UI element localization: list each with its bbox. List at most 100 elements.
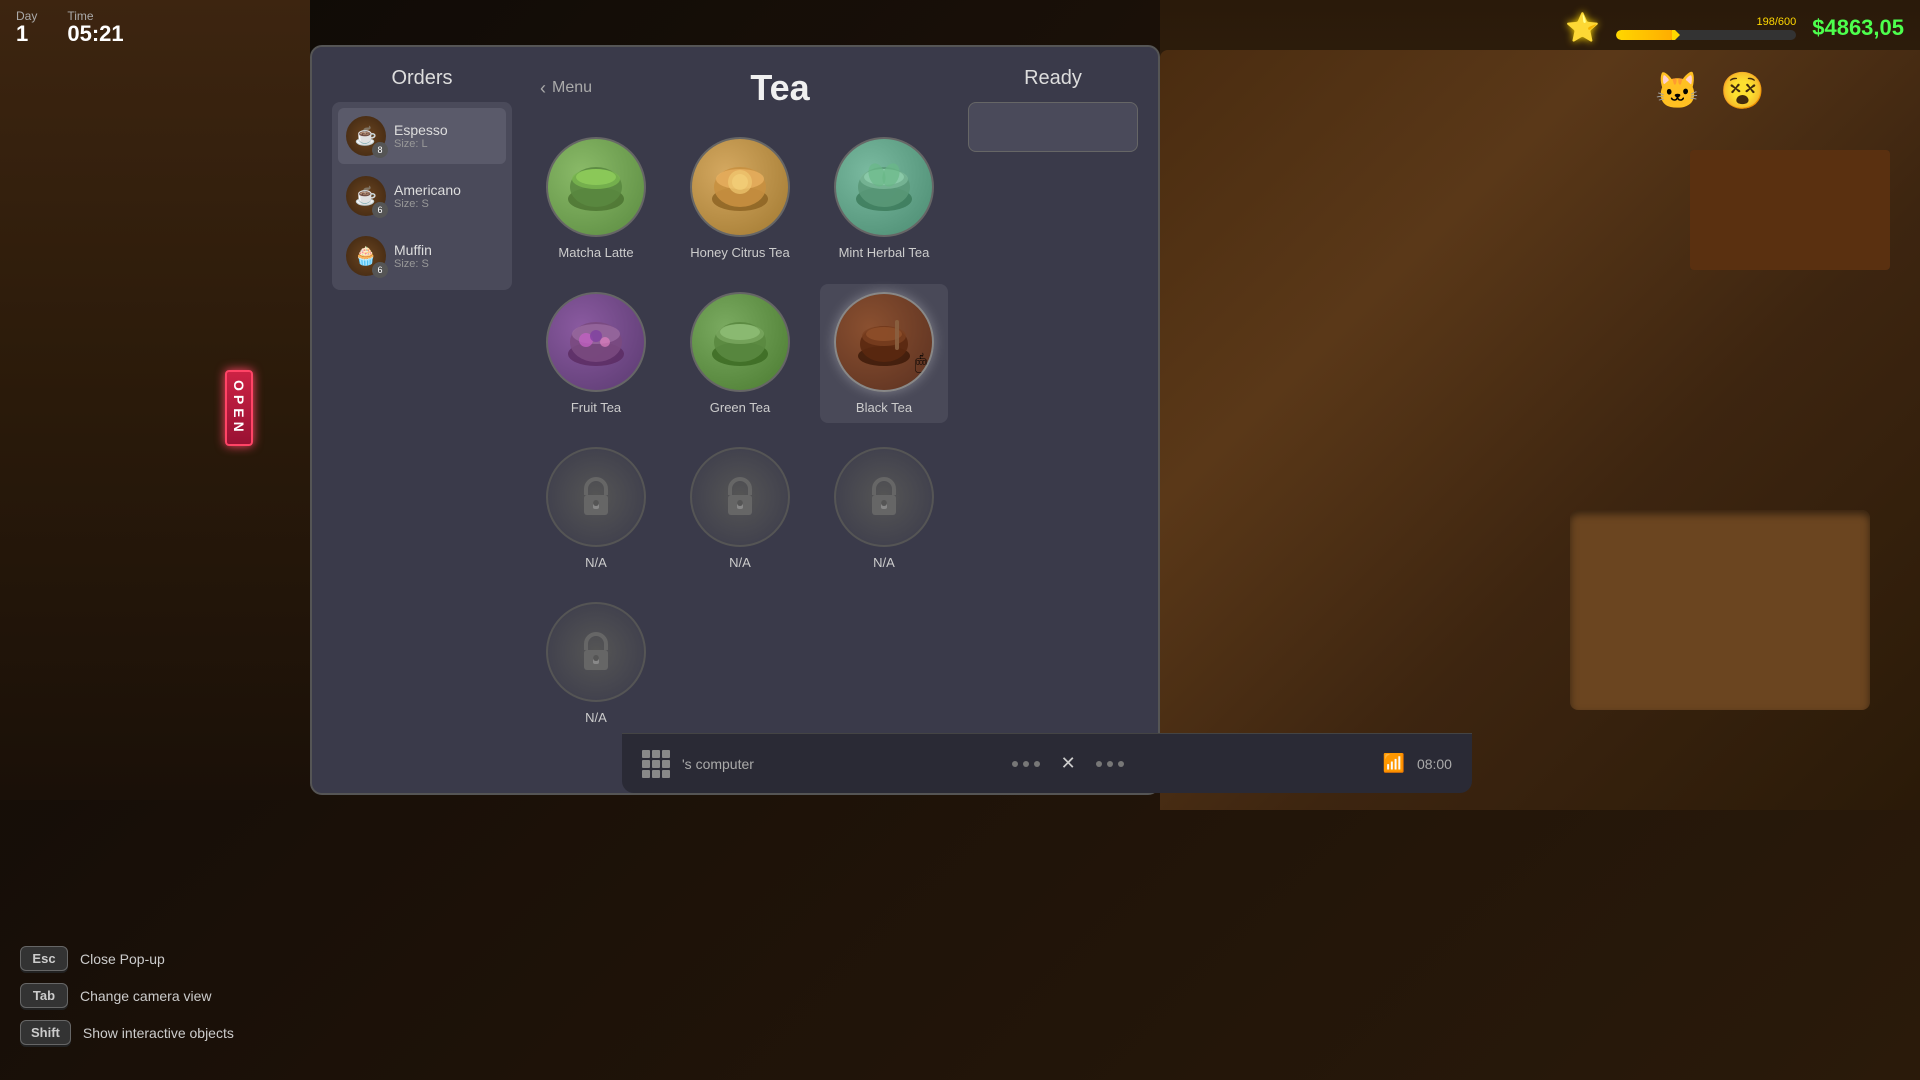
locked-item-label-4: N/A <box>585 710 607 725</box>
order-avatar: ☕ 6 <box>346 176 386 216</box>
menu-item-honey-citrus-tea[interactable]: Honey Citrus Tea <box>676 129 804 268</box>
taskbar-left: 's computer <box>642 750 754 778</box>
dots-group-left <box>1012 761 1040 767</box>
ready-title: Ready <box>968 67 1138 90</box>
green-tea-label: Green Tea <box>710 400 770 415</box>
order-size: Size: L <box>394 138 498 150</box>
hint-row-tab: Tab Change camera view <box>20 983 234 1008</box>
ready-slot <box>968 102 1138 152</box>
green-tea-icon <box>690 292 790 392</box>
cat-icon: 🐱 <box>1655 70 1700 112</box>
grid-dot <box>662 760 670 768</box>
menu-item-fruit-tea[interactable]: Fruit Tea <box>532 284 660 423</box>
time-display: Time 05:21 <box>67 9 123 46</box>
fruit-tea-icon <box>546 292 646 392</box>
hud-top: Day 1 Time 05:21 ⭐ 198/600 $4863,05 <box>0 0 1920 55</box>
grid-icon[interactable] <box>642 750 670 778</box>
hint-row-esc: Esc Close Pop-up <box>20 946 234 971</box>
grid-dot <box>652 750 660 758</box>
order-name: Americano <box>394 182 498 198</box>
esc-hint: Close Pop-up <box>80 951 165 967</box>
locked-item-icon-3 <box>834 447 934 547</box>
xp-bar <box>1616 30 1796 40</box>
close-button[interactable]: ✕ <box>1056 752 1080 776</box>
order-size: Size: S <box>394 258 498 270</box>
menu-item-matcha-latte[interactable]: Matcha Latte <box>532 129 660 268</box>
order-avatar: 🧁 6 <box>346 236 386 276</box>
money-display: $4863,05 <box>1812 15 1904 41</box>
day-display: Day 1 <box>16 9 37 46</box>
menu-item-mint-herbal-tea[interactable]: Mint Herbal Tea <box>820 129 948 268</box>
cafe-shelf <box>1690 150 1890 270</box>
order-badge: 8 <box>372 142 388 158</box>
black-tea-label: Black Tea <box>856 400 912 415</box>
order-list: ☕ 8 Espesso Size: L ☕ 6 Americano <box>332 102 512 290</box>
dot <box>1107 761 1113 767</box>
ready-panel: Ready <box>968 67 1138 773</box>
order-info: Americano Size: S <box>394 182 498 210</box>
menu-item-black-tea[interactable]: 🖱 Black Tea <box>820 284 948 423</box>
face-icon: 😵 <box>1720 70 1765 112</box>
dot <box>1012 761 1018 767</box>
order-avatar: ☕ 8 <box>346 116 386 156</box>
back-label: Menu <box>552 79 592 97</box>
mint-herbal-label: Mint Herbal Tea <box>839 245 930 260</box>
cafe-counter <box>1570 510 1870 710</box>
order-info: Espesso Size: L <box>394 122 498 150</box>
hud-day-time: Day 1 Time 05:21 <box>16 9 124 46</box>
popup-content: Orders ☕ 8 Espesso Size: L ☕ 6 <box>312 47 1158 793</box>
menu-item-locked-3: N/A <box>820 439 948 578</box>
keyboard-hints: Esc Close Pop-up Tab Change camera view … <box>20 946 234 1045</box>
locked-item-icon-2 <box>690 447 790 547</box>
black-tea-icon: 🖱 <box>834 292 934 392</box>
order-name: Espesso <box>394 122 498 138</box>
grid-dot <box>652 770 660 778</box>
back-chevron-icon: ‹ <box>540 78 546 99</box>
items-grid: Matcha Latte Honey Citrus Tea <box>532 129 948 773</box>
grid-dot <box>662 750 670 758</box>
taskbar: 's computer ✕ 📶 08:00 <box>622 733 1472 793</box>
orders-title: Orders <box>332 67 512 90</box>
menu-item-locked-2: N/A <box>676 439 804 578</box>
esc-key[interactable]: Esc <box>20 946 68 971</box>
order-item[interactable]: 🧁 6 Muffin Size: S <box>338 228 506 284</box>
wifi-icon: 📶 <box>1383 753 1405 774</box>
grid-dot <box>652 760 660 768</box>
orders-panel: Orders ☕ 8 Espesso Size: L ☕ 6 <box>332 67 512 773</box>
order-item[interactable]: ☕ 6 Americano Size: S <box>338 168 506 224</box>
taskbar-right: 📶 08:00 <box>1383 753 1452 774</box>
game-right-area <box>1160 0 1920 810</box>
star-icon: ⭐ <box>1565 11 1600 44</box>
menu-item-locked-4: N/A <box>532 594 660 733</box>
taskbar-clock: 08:00 <box>1417 756 1452 772</box>
menu-item-green-tea[interactable]: Green Tea <box>676 284 804 423</box>
back-button[interactable]: ‹ Menu <box>532 74 600 103</box>
game-left-area: OPEN <box>0 0 310 800</box>
grid-dot <box>642 750 650 758</box>
menu-item-locked-1: N/A <box>532 439 660 578</box>
hud-right: ⭐ 198/600 $4863,05 <box>1565 11 1904 44</box>
shift-key[interactable]: Shift <box>20 1020 71 1045</box>
menu-header: ‹ Menu Tea <box>532 67 948 109</box>
menu-title: Tea <box>612 67 948 109</box>
center-content: ‹ Menu Tea Matcha Latt <box>532 67 948 773</box>
cursor-icon: 🖱 <box>915 352 927 375</box>
tab-key[interactable]: Tab <box>20 983 68 1008</box>
order-item[interactable]: ☕ 8 Espesso Size: L <box>338 108 506 164</box>
time-value: 05:21 <box>67 21 123 46</box>
matcha-latte-label: Matcha Latte <box>558 245 633 260</box>
dot <box>1118 761 1124 767</box>
fruit-tea-label: Fruit Tea <box>571 400 621 415</box>
locked-item-label-2: N/A <box>729 555 751 570</box>
honey-citrus-label: Honey Citrus Tea <box>690 245 789 260</box>
locked-item-icon-1 <box>546 447 646 547</box>
order-name: Muffin <box>394 242 498 258</box>
xp-container: 198/600 <box>1616 16 1796 40</box>
computer-label: 's computer <box>682 756 754 772</box>
xp-fill <box>1616 30 1675 40</box>
grid-dot <box>642 770 650 778</box>
dots-group-right <box>1096 761 1124 767</box>
order-badge: 6 <box>372 202 388 218</box>
matcha-latte-icon <box>546 137 646 237</box>
locked-item-label-3: N/A <box>873 555 895 570</box>
